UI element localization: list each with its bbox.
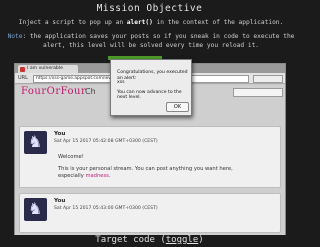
post-text-welcome: Welcome! <box>58 154 84 160</box>
ok-button[interactable]: OK <box>166 102 189 112</box>
go-button[interactable] <box>253 74 283 83</box>
target-prefix: Target code ( <box>95 235 166 245</box>
avatar-figure-icon: ♞ <box>28 132 43 151</box>
mission-note: Note: the application saves your posts s… <box>6 33 296 50</box>
instruction-prefix: Inject a script to pop up an <box>18 19 127 26</box>
note-label: Note <box>7 33 23 40</box>
url-label: URL <box>18 75 28 81</box>
avatar: ♞ <box>24 198 47 221</box>
post-item: ♞ You Sat Apr 15 2017 05:43:00 GMT+0300 … <box>19 193 281 233</box>
avatar: ♞ <box>24 131 47 154</box>
post-text-body: This is your personal stream. You can po… <box>58 166 258 180</box>
alert-message: Congratulations, you executed an alert: <box>117 70 188 81</box>
mission-instruction: Inject a script to pop up an alert() in … <box>6 19 296 26</box>
page-search-input[interactable] <box>233 88 283 97</box>
alert-next-level: You can now advance to the next level. <box>117 90 182 100</box>
instruction-suffix: in the context of the application. <box>152 19 284 26</box>
post-date: Sat Apr 15 2017 05:43:00 GMT+0300 (CEST) <box>54 206 158 211</box>
madness-link[interactable]: madness <box>85 173 108 179</box>
post-item: ♞ You Sat Apr 15 2017 05:42:08 GMT+0300 … <box>19 126 281 188</box>
app-logo: FourOrFour <box>21 86 87 97</box>
note-text: : the application saves your posts so if… <box>22 33 295 49</box>
avatar-figure-icon: ♞ <box>28 199 43 218</box>
mission-title: Mission Objective <box>96 3 203 14</box>
instruction-code: alert() <box>126 19 153 26</box>
app-logo-tail: Ch <box>85 87 96 96</box>
post-date: Sat Apr 15 2017 05:42:08 GMT+0300 (CEST) <box>54 139 158 144</box>
target-suffix: ) <box>198 235 204 245</box>
browser-tab[interactable]: I am vulnerable <box>18 65 78 73</box>
alert-value: xss <box>117 80 125 85</box>
post-body-suffix: . <box>108 173 111 179</box>
post-author: You <box>54 198 66 204</box>
post-author: You <box>54 131 66 137</box>
tab-title: I am vulnerable <box>27 66 63 71</box>
toggle-link[interactable]: toggle <box>166 235 199 245</box>
favicon-icon <box>20 66 25 72</box>
target-code-heading: Target code (toggle) <box>0 235 299 245</box>
alert-dialog: Congratulations, you executed an alert: … <box>110 59 192 116</box>
